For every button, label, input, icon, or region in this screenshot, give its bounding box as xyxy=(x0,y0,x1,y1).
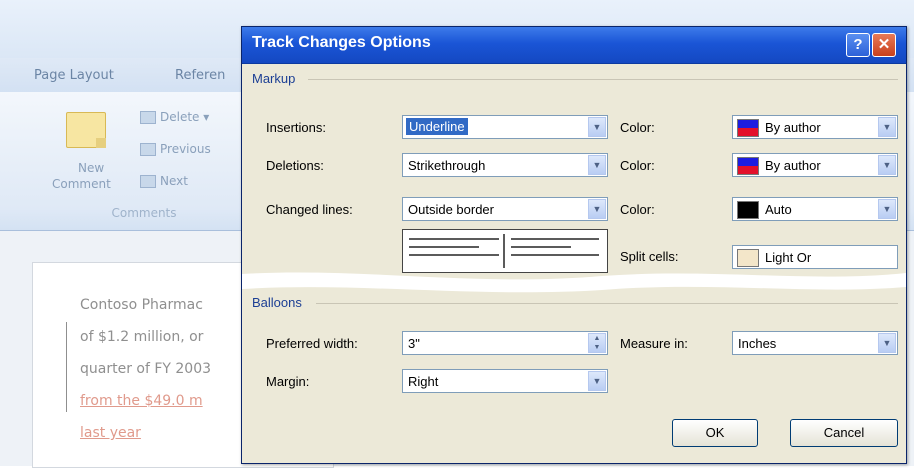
chevron-down-icon[interactable]: ▼ xyxy=(878,199,896,219)
balloons-divider xyxy=(316,303,898,304)
close-button[interactable]: ✕ xyxy=(872,33,896,57)
insertions-color-select[interactable]: By author ▼ xyxy=(732,115,898,139)
chevron-down-icon[interactable]: ▼ xyxy=(878,155,896,175)
previous-comment-label: Previous xyxy=(160,142,211,156)
next-comment-button[interactable]: Next xyxy=(140,174,188,188)
tab-references[interactable]: Referen xyxy=(175,68,225,83)
document-text-line: Contoso Pharmac xyxy=(80,297,203,313)
spinner-icon[interactable]: ▲ ▼ xyxy=(588,333,606,353)
delete-comment-label: Delete xyxy=(160,110,200,124)
document-text-line: of $1.2 million, or xyxy=(80,329,204,345)
split-cells-value: Light Or xyxy=(765,250,812,265)
split-cells-label: Split cells: xyxy=(620,249,679,264)
color-swatch-icon xyxy=(737,201,759,219)
dialog-title: Track Changes Options xyxy=(252,34,431,51)
track-changes-options-dialog: Track Changes Options ? ✕ Markup Inserti… xyxy=(241,26,907,464)
help-button[interactable]: ? xyxy=(846,33,870,57)
markup-divider xyxy=(308,79,898,80)
markup-section-label: Markup xyxy=(252,71,296,86)
next-comment-label: Next xyxy=(160,174,188,188)
insertions-value: Underline xyxy=(406,118,468,135)
previous-comment-icon xyxy=(140,143,156,156)
preview-line xyxy=(511,238,599,240)
deletions-select[interactable]: Strikethrough ▼ xyxy=(402,153,608,177)
insertions-color-value: By author xyxy=(765,120,821,135)
changed-lines-color-select[interactable]: Auto ▼ xyxy=(732,197,898,221)
change-bar xyxy=(66,362,67,412)
deletions-value: Strikethrough xyxy=(408,158,486,173)
new-comment-label-2[interactable]: Comment xyxy=(52,177,111,191)
cancel-button[interactable]: Cancel xyxy=(790,419,898,447)
insertions-select[interactable]: Underline ▼ xyxy=(402,115,608,139)
document-text-line: quarter of FY 2003 xyxy=(80,361,212,377)
new-comment-icon[interactable] xyxy=(66,112,106,148)
balloons-section-label: Balloons xyxy=(252,295,302,310)
measure-in-value: Inches xyxy=(738,336,777,351)
tab-page-layout[interactable]: Page Layout xyxy=(34,68,114,83)
preview-border xyxy=(503,234,505,268)
insertions-color-label: Color: xyxy=(620,120,655,135)
changed-lines-color-label: Color: xyxy=(620,202,655,217)
deletions-color-value: By author xyxy=(765,158,821,173)
chevron-down-icon[interactable]: ▼ xyxy=(878,117,896,137)
changed-lines-color-value: Auto xyxy=(765,202,792,217)
new-comment-label-1[interactable]: New xyxy=(78,161,104,175)
changed-lines-label: Changed lines: xyxy=(266,202,353,217)
preview-line xyxy=(409,238,499,240)
changed-lines-value: Outside border xyxy=(408,202,494,217)
next-comment-icon xyxy=(140,175,156,188)
preferred-width-label: Preferred width: xyxy=(266,336,358,351)
changed-lines-select[interactable]: Outside border ▼ xyxy=(402,197,608,221)
document-inserted-text: from the $49.0 m xyxy=(80,393,203,409)
chevron-down-icon[interactable]: ▼ xyxy=(588,371,606,391)
margin-label: Margin: xyxy=(266,374,310,389)
chevron-down-icon[interactable]: ▼ xyxy=(588,117,606,137)
deletions-label: Deletions: xyxy=(266,158,324,173)
color-swatch-icon xyxy=(737,119,759,137)
chevron-down-icon[interactable]: ▼ xyxy=(588,155,606,175)
preview-line xyxy=(409,246,479,248)
deletions-color-label: Color: xyxy=(620,158,655,173)
color-swatch-icon xyxy=(737,157,759,175)
deletions-color-select[interactable]: By author ▼ xyxy=(732,153,898,177)
ok-button[interactable]: OK xyxy=(672,419,758,447)
measure-in-label: Measure in: xyxy=(620,336,688,351)
change-bar xyxy=(66,322,67,362)
margin-value: Right xyxy=(408,374,439,389)
measure-in-select[interactable]: Inches ▼ xyxy=(732,331,898,355)
preview-line xyxy=(409,254,499,256)
chevron-down-icon[interactable]: ▼ xyxy=(588,199,606,219)
delete-comment-button[interactable]: Delete ▾ xyxy=(140,110,209,124)
preview-line xyxy=(511,246,571,248)
dialog-title-bar[interactable]: Track Changes Options ? ✕ xyxy=(242,27,906,64)
insertions-label: Insertions: xyxy=(266,120,326,135)
previous-comment-button[interactable]: Previous xyxy=(140,142,211,156)
delete-comment-icon xyxy=(140,111,156,124)
torn-edge xyxy=(242,272,906,293)
preview-line xyxy=(511,254,599,256)
document-inserted-text: last year xyxy=(80,425,141,441)
margin-select[interactable]: Right ▼ xyxy=(402,369,608,393)
preferred-width-input[interactable]: 3" ▲ ▼ xyxy=(402,331,608,355)
chevron-down-icon[interactable]: ▼ xyxy=(878,333,896,353)
comments-group-title: Comments xyxy=(111,206,177,220)
preferred-width-value: 3" xyxy=(408,336,420,351)
